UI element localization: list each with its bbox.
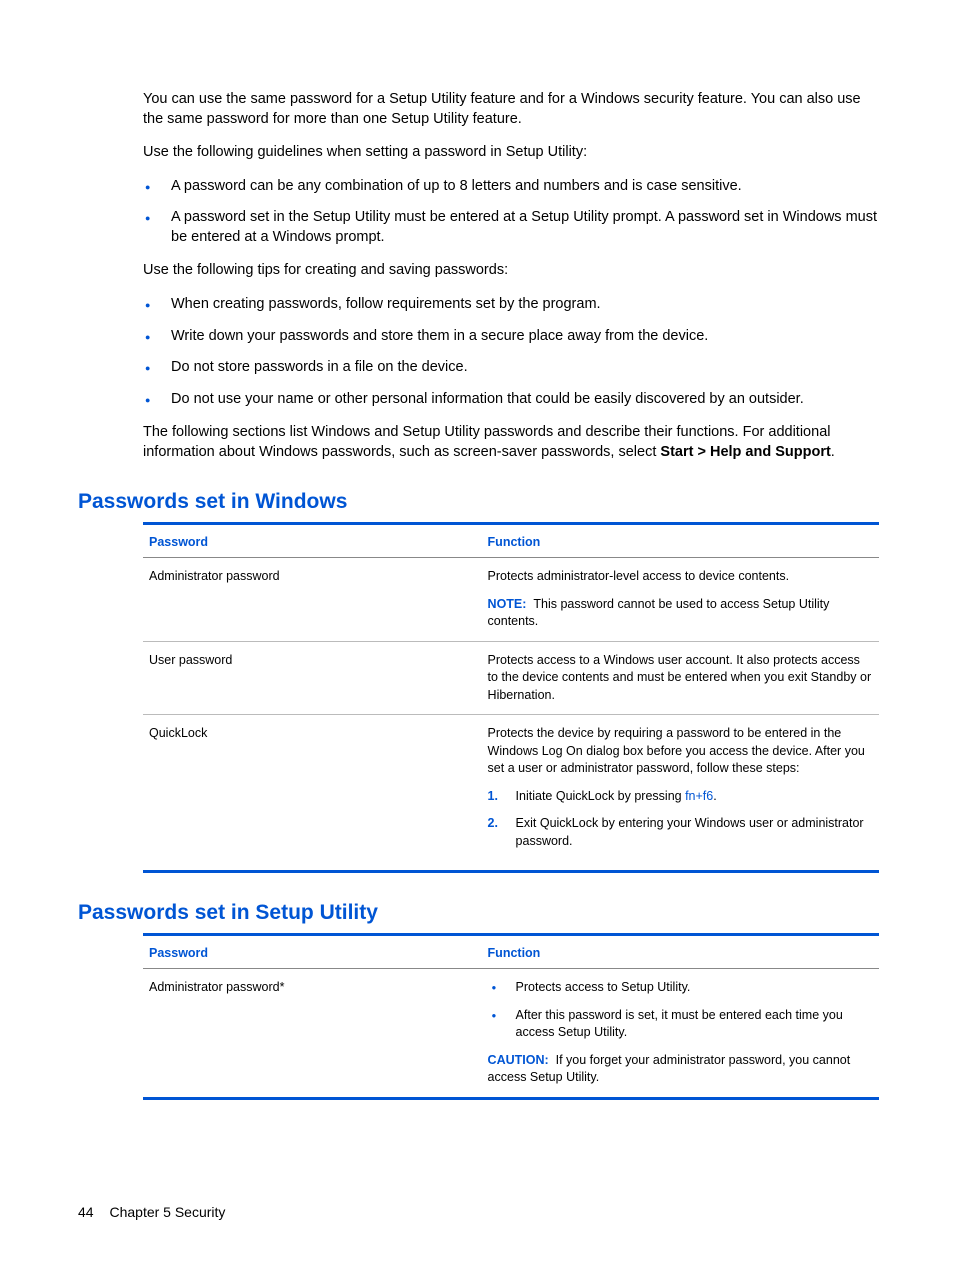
cell-name: Administrator password [143, 558, 482, 642]
col-header-password: Password [143, 524, 482, 558]
step-item: Initiate QuickLock by pressing fn+f6. [488, 788, 873, 806]
col-header-function: Function [482, 935, 879, 969]
page-body: You can use the same password for a Setu… [0, 0, 954, 1148]
steps-list: Initiate QuickLock by pressing fn+f6. Ex… [488, 788, 873, 851]
list-item: Do not store passwords in a file on the … [143, 358, 879, 378]
text: Protects the device by requiring a passw… [488, 725, 873, 778]
chapter-label: Chapter 5 Security [109, 1204, 225, 1220]
list-item: After this password is set, it must be e… [488, 1007, 873, 1042]
list-item: A password can be any combination of up … [143, 177, 879, 197]
note-text: This password cannot be used to access S… [488, 597, 830, 629]
note-label: NOTE: [488, 597, 527, 611]
table-row: User password Protects access to a Windo… [143, 641, 879, 715]
tips-list: When creating passwords, follow requirem… [143, 295, 879, 409]
page-number: 44 [78, 1204, 94, 1220]
menu-path: Start > Help and Support [660, 444, 830, 460]
inner-bullets: Protects access to Setup Utility. After … [488, 979, 873, 1042]
col-header-function: Function [482, 524, 879, 558]
caution-block: CAUTION: If you forget your administrato… [488, 1052, 873, 1087]
list-item: Write down your passwords and store them… [143, 327, 879, 347]
heading-passwords-windows: Passwords set in Windows [78, 490, 879, 514]
list-item: A password set in the Setup Utility must… [143, 208, 879, 247]
table-row: Administrator password Protects administ… [143, 558, 879, 642]
table-setup-utility-passwords: Password Function Administrator password… [143, 933, 879, 1100]
intro-paragraph-2: Use the following guidelines when settin… [143, 143, 879, 163]
cell-name: User password [143, 641, 482, 715]
step-item: Exit QuickLock by entering your Windows … [488, 815, 873, 850]
table-row: Administrator password* Protects access … [143, 969, 879, 1099]
cell-name: QuickLock [143, 715, 482, 872]
key-combo: fn+f6 [685, 789, 713, 803]
text: . [713, 789, 716, 803]
cell-function: Protects the device by requiring a passw… [482, 715, 879, 872]
list-item: When creating passwords, follow requirem… [143, 295, 879, 315]
cell-function: Protects administrator-level access to d… [482, 558, 879, 642]
intro-paragraph-1: You can use the same password for a Setu… [143, 90, 879, 129]
guidelines-list: A password can be any combination of up … [143, 177, 879, 248]
text: Protects administrator-level access to d… [488, 568, 873, 586]
heading-passwords-setup-utility: Passwords set in Setup Utility [78, 901, 879, 925]
cell-name: Administrator password* [143, 969, 482, 1099]
table-row: QuickLock Protects the device by requiri… [143, 715, 879, 872]
list-item: Protects access to Setup Utility. [488, 979, 873, 997]
list-item: Do not use your name or other personal i… [143, 390, 879, 410]
text: . [831, 444, 835, 460]
note-block: NOTE: This password cannot be used to ac… [488, 596, 873, 631]
cell-function: Protects access to Setup Utility. After … [482, 969, 879, 1099]
intro-paragraph-3: Use the following tips for creating and … [143, 261, 879, 281]
cell-function: Protects access to a Windows user accoun… [482, 641, 879, 715]
col-header-password: Password [143, 935, 482, 969]
caution-label: CAUTION: [488, 1053, 549, 1067]
page-footer: 44 Chapter 5 Security [78, 1204, 225, 1220]
intro-paragraph-4: The following sections list Windows and … [143, 423, 879, 462]
text: Initiate QuickLock by pressing [516, 789, 686, 803]
table-windows-passwords: Password Function Administrator password… [143, 522, 879, 873]
